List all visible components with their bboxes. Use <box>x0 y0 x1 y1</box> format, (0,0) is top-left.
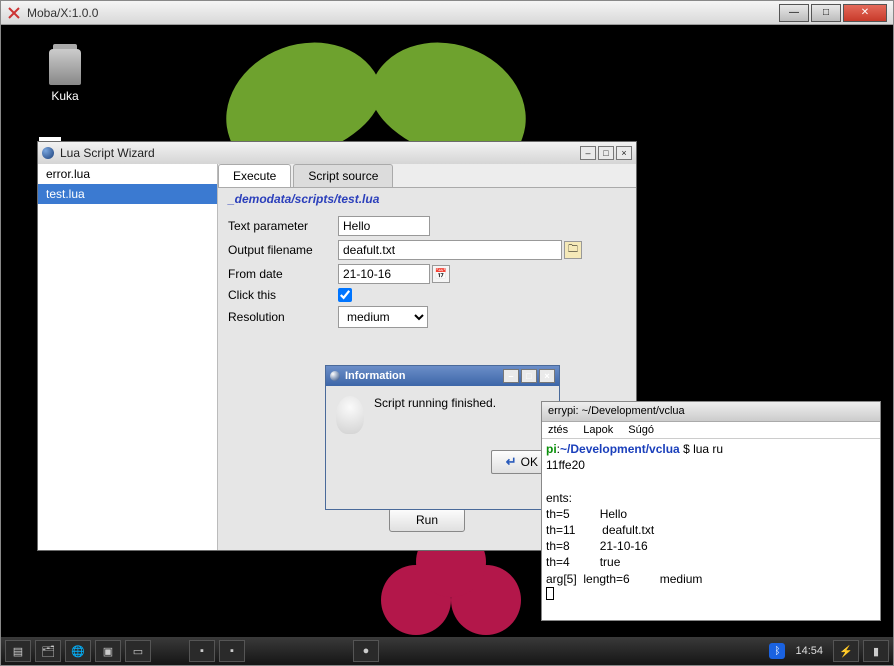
outer-maximize-button[interactable]: □ <box>811 4 841 22</box>
info-maximize-button[interactable]: □ <box>521 369 537 383</box>
script-path-label: _demodata/scripts/test.lua <box>218 188 636 210</box>
resolution-label: Resolution <box>228 310 338 324</box>
terminal-cursor <box>546 587 554 600</box>
info-app-icon <box>330 371 340 381</box>
outer-titlebar[interactable]: Moba/X:1.0.0 — □ ✕ <box>1 1 893 25</box>
taskbar-clock[interactable]: 14:54 <box>789 645 829 657</box>
file-manager-icon[interactable]: 🗂 <box>35 640 61 662</box>
info-title: Information <box>345 370 503 382</box>
menu-tabs[interactable]: Lapok <box>583 424 613 436</box>
wizard-minimize-button[interactable]: – <box>580 146 596 160</box>
trash-icon <box>49 49 81 85</box>
wizard-close-button[interactable]: × <box>616 146 632 160</box>
browser-icon[interactable]: 🌐 <box>65 640 91 662</box>
x11-icon <box>7 6 21 20</box>
desktop[interactable]: Kuka Lua Script Wizard – □ × error.lua t… <box>1 25 893 637</box>
script-file-list[interactable]: error.lua test.lua <box>38 164 218 550</box>
taskbar-window-1[interactable]: ▪ <box>189 640 215 662</box>
calendar-icon[interactable]: 📅 <box>432 265 450 283</box>
info-close-button[interactable]: × <box>539 369 555 383</box>
tray-icon-2[interactable]: ▮ <box>863 640 889 662</box>
resolution-select[interactable]: medium <box>338 306 428 328</box>
outer-window: Moba/X:1.0.0 — □ ✕ Kuka Lua Script Wizar… <box>0 0 894 666</box>
menu-help[interactable]: Súgó <box>628 424 654 436</box>
tab-script-source[interactable]: Script source <box>293 164 393 187</box>
text-parameter-label: Text parameter <box>228 219 338 233</box>
wizard-title: Lua Script Wizard <box>60 146 580 160</box>
taskbar-window-2[interactable]: ▪ <box>219 640 245 662</box>
terminal-title[interactable]: errypi: ~/Development/vclua <box>542 402 880 422</box>
output-filename-input[interactable] <box>338 240 562 260</box>
click-this-checkbox[interactable] <box>338 288 352 302</box>
output-filename-label: Output filename <box>228 243 338 257</box>
menu-edit[interactable]: ztés <box>548 424 568 436</box>
return-icon: ↵ <box>506 454 517 470</box>
outer-close-button[interactable]: ✕ <box>843 4 887 22</box>
run-button[interactable]: Run <box>389 508 465 532</box>
list-item[interactable]: error.lua <box>38 164 217 184</box>
bluetooth-icon[interactable]: ᛒ <box>769 643 785 659</box>
from-date-input[interactable] <box>338 264 430 284</box>
information-dialog: Information – □ × Script running finishe… <box>325 365 560 510</box>
start-menu-icon[interactable]: ▤ <box>5 640 31 662</box>
info-titlebar[interactable]: Information – □ × <box>326 366 559 386</box>
click-this-label: Click this <box>228 288 338 302</box>
tab-execute[interactable]: Execute <box>218 164 291 187</box>
info-minimize-button[interactable]: – <box>503 369 519 383</box>
show-desktop-icon[interactable]: ▭ <box>125 640 151 662</box>
lightbulb-icon <box>336 396 364 434</box>
text-parameter-input[interactable] <box>338 216 430 236</box>
app-icon <box>42 147 54 159</box>
list-item[interactable]: test.lua <box>38 184 217 204</box>
taskbar[interactable]: ▤ 🗂 🌐 ▣ ▭ ▪ ▪ ● ᛒ 14:54 ⚡ ▮ <box>1 637 893 665</box>
tray-icon-1[interactable]: ⚡ <box>833 640 859 662</box>
desktop-trash-icon[interactable]: Kuka <box>35 49 95 103</box>
taskbar-lua-icon[interactable]: ● <box>353 640 379 662</box>
terminal-menubar[interactable]: ztés Lapok Súgó <box>542 422 880 439</box>
terminal-body[interactable]: pi:~/Development/vclua $ lua ru 11ffe20 … <box>542 439 880 606</box>
wizard-maximize-button[interactable]: □ <box>598 146 614 160</box>
from-date-label: From date <box>228 267 338 281</box>
outer-minimize-button[interactable]: — <box>779 4 809 22</box>
outer-title: Moba/X:1.0.0 <box>27 6 779 20</box>
trash-label: Kuka <box>35 89 95 103</box>
terminal-window: errypi: ~/Development/vclua ztés Lapok S… <box>541 401 881 621</box>
wizard-titlebar[interactable]: Lua Script Wizard – □ × <box>38 142 636 164</box>
browse-file-icon[interactable]: 🗀 <box>564 241 582 259</box>
wizard-tabs: Execute Script source <box>218 164 636 188</box>
info-message: Script running finished. <box>374 396 549 410</box>
terminal-icon[interactable]: ▣ <box>95 640 121 662</box>
